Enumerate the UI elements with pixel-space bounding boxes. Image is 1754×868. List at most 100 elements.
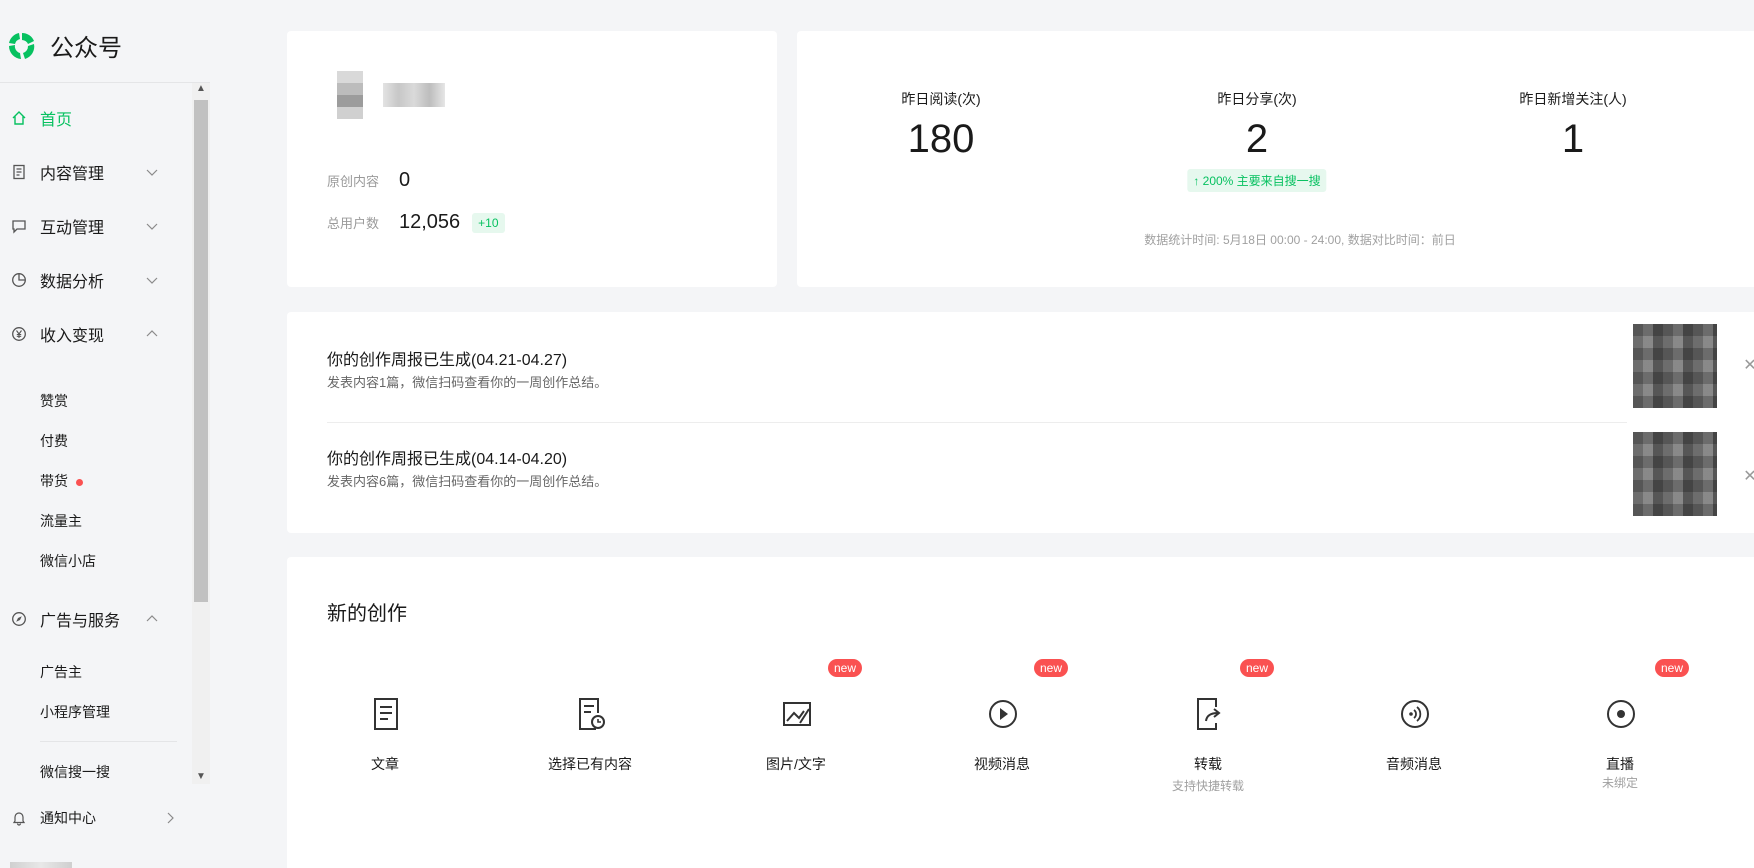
- new-badge: new: [1655, 659, 1690, 677]
- home-icon: [12, 111, 26, 125]
- tool-label: 视频消息: [974, 756, 1030, 772]
- live-stream-button[interactable]: 直播 未绑定 new: [1540, 659, 1700, 807]
- close-icon[interactable]: ✕: [1743, 358, 1754, 374]
- video-message-button[interactable]: 视频消息 new: [922, 659, 1082, 807]
- account-card: 原创内容 0 总用户数 12,056 +10: [287, 31, 777, 287]
- sidebar-subitem-miniprogram[interactable]: 小程序管理: [40, 702, 110, 722]
- report-title: 你的创作周报已生成(04.21-04.27): [327, 352, 568, 369]
- sidebar-subitem-appreciation[interactable]: 赞赏: [40, 391, 68, 411]
- chevron-up-icon: [146, 615, 158, 622]
- sidebar-item-interaction[interactable]: 互动管理: [0, 206, 192, 246]
- sidebar-item-label: 数据分析: [40, 274, 105, 291]
- sidebar-subitem-wechat-shop[interactable]: 微信小店: [40, 551, 96, 571]
- chevron-down-icon: [146, 169, 158, 176]
- tool-sublabel: 支持快捷转载: [1171, 779, 1244, 793]
- stat-value: 180: [907, 117, 975, 161]
- notification-dot: [76, 478, 83, 486]
- pie-chart-icon: [12, 273, 26, 287]
- sidebar-item-monetization[interactable]: 收入变现: [0, 314, 192, 354]
- image-text-button[interactable]: 图片/文字 new: [716, 659, 876, 807]
- total-users-label: 总用户数: [327, 216, 380, 231]
- new-badge: new: [1240, 659, 1275, 677]
- tool-label: 选择已有内容: [548, 756, 632, 772]
- sidebar-subdivider: [40, 741, 177, 742]
- sidebar-item-notifications[interactable]: 通知中心: [0, 798, 192, 838]
- repost-button[interactable]: 转载 支持快捷转载 new: [1128, 659, 1288, 807]
- tool-label: 直播: [1606, 756, 1634, 772]
- bell-icon: [12, 812, 26, 826]
- stat-label: 昨日阅读(次): [901, 91, 981, 107]
- create-article-button[interactable]: 文章: [305, 697, 465, 807]
- account-name-blurred: [383, 83, 445, 107]
- app-title: 公众号: [50, 35, 122, 62]
- new-badge: new: [828, 659, 863, 677]
- sidebar-item-label: 通知中心: [40, 810, 96, 826]
- users-delta-badge: +10: [472, 212, 505, 233]
- sidebar-item-label: 收入变现: [40, 328, 105, 345]
- tool-label: 转载: [1194, 756, 1222, 772]
- report-qr-code[interactable]: [1633, 324, 1717, 408]
- original-content-value: 0: [399, 169, 411, 191]
- section-title: 新的创作: [327, 603, 407, 625]
- weekly-report-item[interactable]: 你的创作周报已生成(04.14-04.20) 发表内容6篇，微信扫码查看你的一周…: [327, 423, 1727, 533]
- sidebar-subitem-wechat-search[interactable]: 微信搜一搜: [40, 762, 110, 782]
- report-description: 发表内容6篇，微信扫码查看你的一周创作总结。: [327, 474, 608, 489]
- stats-card: 昨日阅读(次) 180 昨日分享(次) 2 ↑ 200% 主要来自搜一搜 昨日新…: [797, 31, 1754, 287]
- total-users-value: 12,056: [399, 211, 461, 233]
- original-content-row: 原创内容 0: [327, 169, 410, 192]
- scroll-up-arrow-icon[interactable]: ▲: [196, 84, 206, 94]
- stats-time-note: 数据统计时间: 5月18日 00:00 - 24:00, 数据对比时间：前日: [1144, 233, 1456, 247]
- tool-sublabel: 未绑定: [1601, 776, 1638, 790]
- tool-label: 文章: [371, 756, 399, 772]
- sidebar-scroll-thumb[interactable]: [194, 100, 208, 602]
- sidebar-subitem-paid[interactable]: 付费: [40, 431, 68, 451]
- sidebar-item-content[interactable]: 内容管理: [0, 152, 192, 192]
- yen-icon: [12, 327, 26, 341]
- sidebar-subitem-commerce[interactable]: 带货: [40, 471, 83, 491]
- existing-content-icon: [579, 698, 605, 730]
- repost-icon: [1197, 698, 1221, 730]
- audio-message-button[interactable]: 音频消息: [1334, 697, 1494, 807]
- wechat-oa-logo-icon: [8, 32, 35, 59]
- report-title: 你的创作周报已生成(04.14-04.20): [327, 451, 568, 468]
- stat-value: 1: [1561, 117, 1585, 161]
- image-text-icon: [783, 702, 811, 726]
- total-users-row: 总用户数 12,056 +10: [327, 211, 505, 234]
- sidebar-item-label: 首页: [40, 112, 73, 129]
- app-logo[interactable]: 公众号: [6, 28, 122, 63]
- sidebar-item-label: 互动管理: [40, 220, 105, 237]
- sidebar-item-analytics[interactable]: 数据分析: [0, 260, 192, 300]
- close-icon[interactable]: ✕: [1743, 469, 1754, 485]
- new-badge: new: [1034, 659, 1069, 677]
- sidebar-subitem-traffic-owner[interactable]: 流量主: [40, 511, 82, 531]
- sidebar-item-label: 广告与服务: [40, 613, 121, 630]
- sidebar-nav: 首页 内容管理 互动管理 数据分析 收入变现 赞赏 付费 带货 流量主 微信小店: [0, 83, 192, 783]
- compass-icon: [12, 612, 26, 626]
- original-content-label: 原创内容: [327, 174, 380, 189]
- weekly-report-item[interactable]: 你的创作周报已生成(04.21-04.27) 发表内容1篇，微信扫码查看你的一周…: [327, 312, 1727, 422]
- stat-label: 昨日分享(次): [1217, 91, 1297, 107]
- scroll-down-arrow-icon[interactable]: ▼: [196, 772, 206, 782]
- audio-icon: [1401, 700, 1429, 728]
- stat-value: 2: [1245, 117, 1269, 161]
- share-trend-badge: ↑ 200% 主要来自搜一搜: [1187, 169, 1327, 192]
- chat-icon: [12, 220, 26, 234]
- report-description: 发表内容1篇，微信扫码查看你的一周创作总结。: [327, 375, 608, 390]
- weekly-report-card: 你的创作周报已生成(04.21-04.27) 发表内容1篇，微信扫码查看你的一周…: [287, 312, 1754, 533]
- select-existing-content-button[interactable]: 选择已有内容: [510, 697, 670, 807]
- video-icon: [989, 700, 1017, 728]
- chevron-down-icon: [146, 277, 158, 284]
- sidebar-item-home[interactable]: 首页: [0, 98, 192, 138]
- sidebar-item-ads-services[interactable]: 广告与服务: [0, 599, 192, 639]
- avatar[interactable]: [337, 71, 363, 119]
- sidebar-item-label: 内容管理: [40, 166, 105, 183]
- document-icon: [13, 164, 25, 180]
- report-qr-code[interactable]: [1633, 432, 1717, 516]
- chevron-up-icon: [146, 330, 158, 337]
- stat-label: 昨日新增关注(人): [1519, 91, 1627, 107]
- user-profile-blurred[interactable]: [10, 862, 72, 868]
- sidebar-subitem-advertiser[interactable]: 广告主: [40, 662, 82, 682]
- new-creation-card: 新的创作 文章 选择已有内容 图片/文字 new 视频消息 new 转载 支持快…: [287, 557, 1754, 868]
- sidebar: 公众号 首页 内容管理 互动管理 数据分析 收入变现 赞赏 付费 带货 流量主 …: [0, 0, 210, 868]
- live-icon: [1607, 700, 1635, 728]
